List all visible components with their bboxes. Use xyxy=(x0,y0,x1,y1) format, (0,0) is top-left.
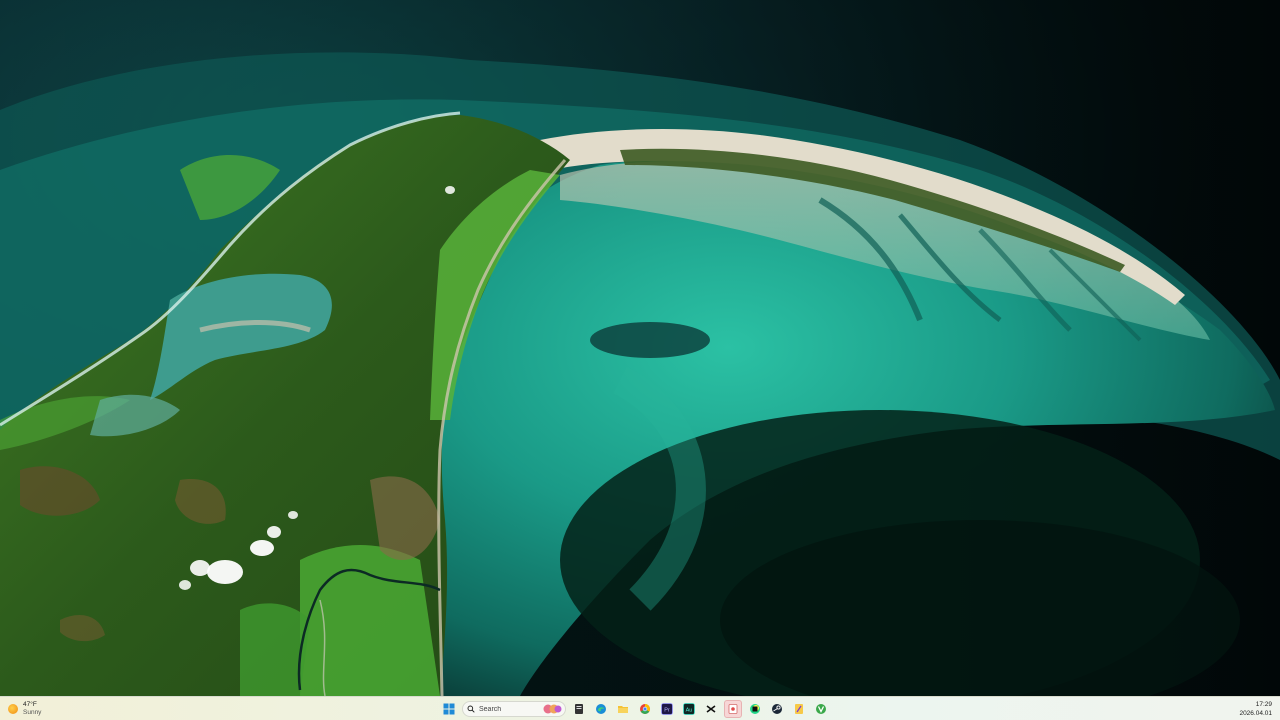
search-box[interactable] xyxy=(462,701,566,717)
taskbar-capcut[interactable] xyxy=(702,700,720,718)
windows-logo-icon xyxy=(443,703,455,715)
notes-icon xyxy=(795,704,803,714)
system-clock[interactable]: 17:29 2026.04.01 xyxy=(1239,700,1272,718)
search-highlight-icon xyxy=(543,704,562,714)
taskbar-file-manager[interactable] xyxy=(570,700,588,718)
audition-icon: Au xyxy=(683,703,695,715)
clock-date: 2026.04.01 xyxy=(1239,710,1272,717)
taskbar-audition[interactable]: Au xyxy=(680,700,698,718)
weather-condition: Sunny xyxy=(23,709,42,716)
capcut-icon xyxy=(706,705,716,713)
files-icon xyxy=(575,704,583,714)
svg-text:Pr: Pr xyxy=(664,707,670,713)
taskbar: 47°F Sunny Search Pr Au 17:29 2026.04.01 xyxy=(0,696,1280,720)
clock-time: 17:29 xyxy=(1255,701,1272,708)
taskbar-file-explorer[interactable] xyxy=(614,700,632,718)
taskbar-chrome[interactable] xyxy=(636,700,654,718)
weather-temperature: 47°F xyxy=(23,701,37,708)
taskbar-apps: Pr Au xyxy=(440,699,830,719)
sun-icon xyxy=(8,704,18,714)
chrome-icon xyxy=(640,704,650,714)
taskbar-vivaldi[interactable] xyxy=(812,700,830,718)
premiere-icon: Pr xyxy=(661,703,673,715)
taskbar-edge[interactable] xyxy=(592,700,610,718)
search-input[interactable] xyxy=(479,705,539,713)
edge-icon xyxy=(596,704,606,714)
app-icon xyxy=(728,704,738,714)
folder-icon xyxy=(618,706,628,713)
satellite-coastline-image xyxy=(0,0,1280,696)
desktop-wallpaper xyxy=(0,0,1280,696)
taskbar-app-active[interactable] xyxy=(724,700,742,718)
svg-text:Au: Au xyxy=(686,707,693,713)
taskbar-steam[interactable] xyxy=(768,700,786,718)
taskbar-premiere-pro[interactable]: Pr xyxy=(658,700,676,718)
pycharm-icon xyxy=(750,704,760,714)
taskbar-pycharm[interactable] xyxy=(746,700,764,718)
taskbar-notes-app[interactable] xyxy=(790,700,808,718)
steam-icon xyxy=(772,704,782,714)
weather-widget[interactable]: 47°F Sunny xyxy=(8,699,41,719)
search-icon xyxy=(467,705,475,713)
vivaldi-icon xyxy=(816,704,826,714)
start-button[interactable] xyxy=(440,700,458,718)
